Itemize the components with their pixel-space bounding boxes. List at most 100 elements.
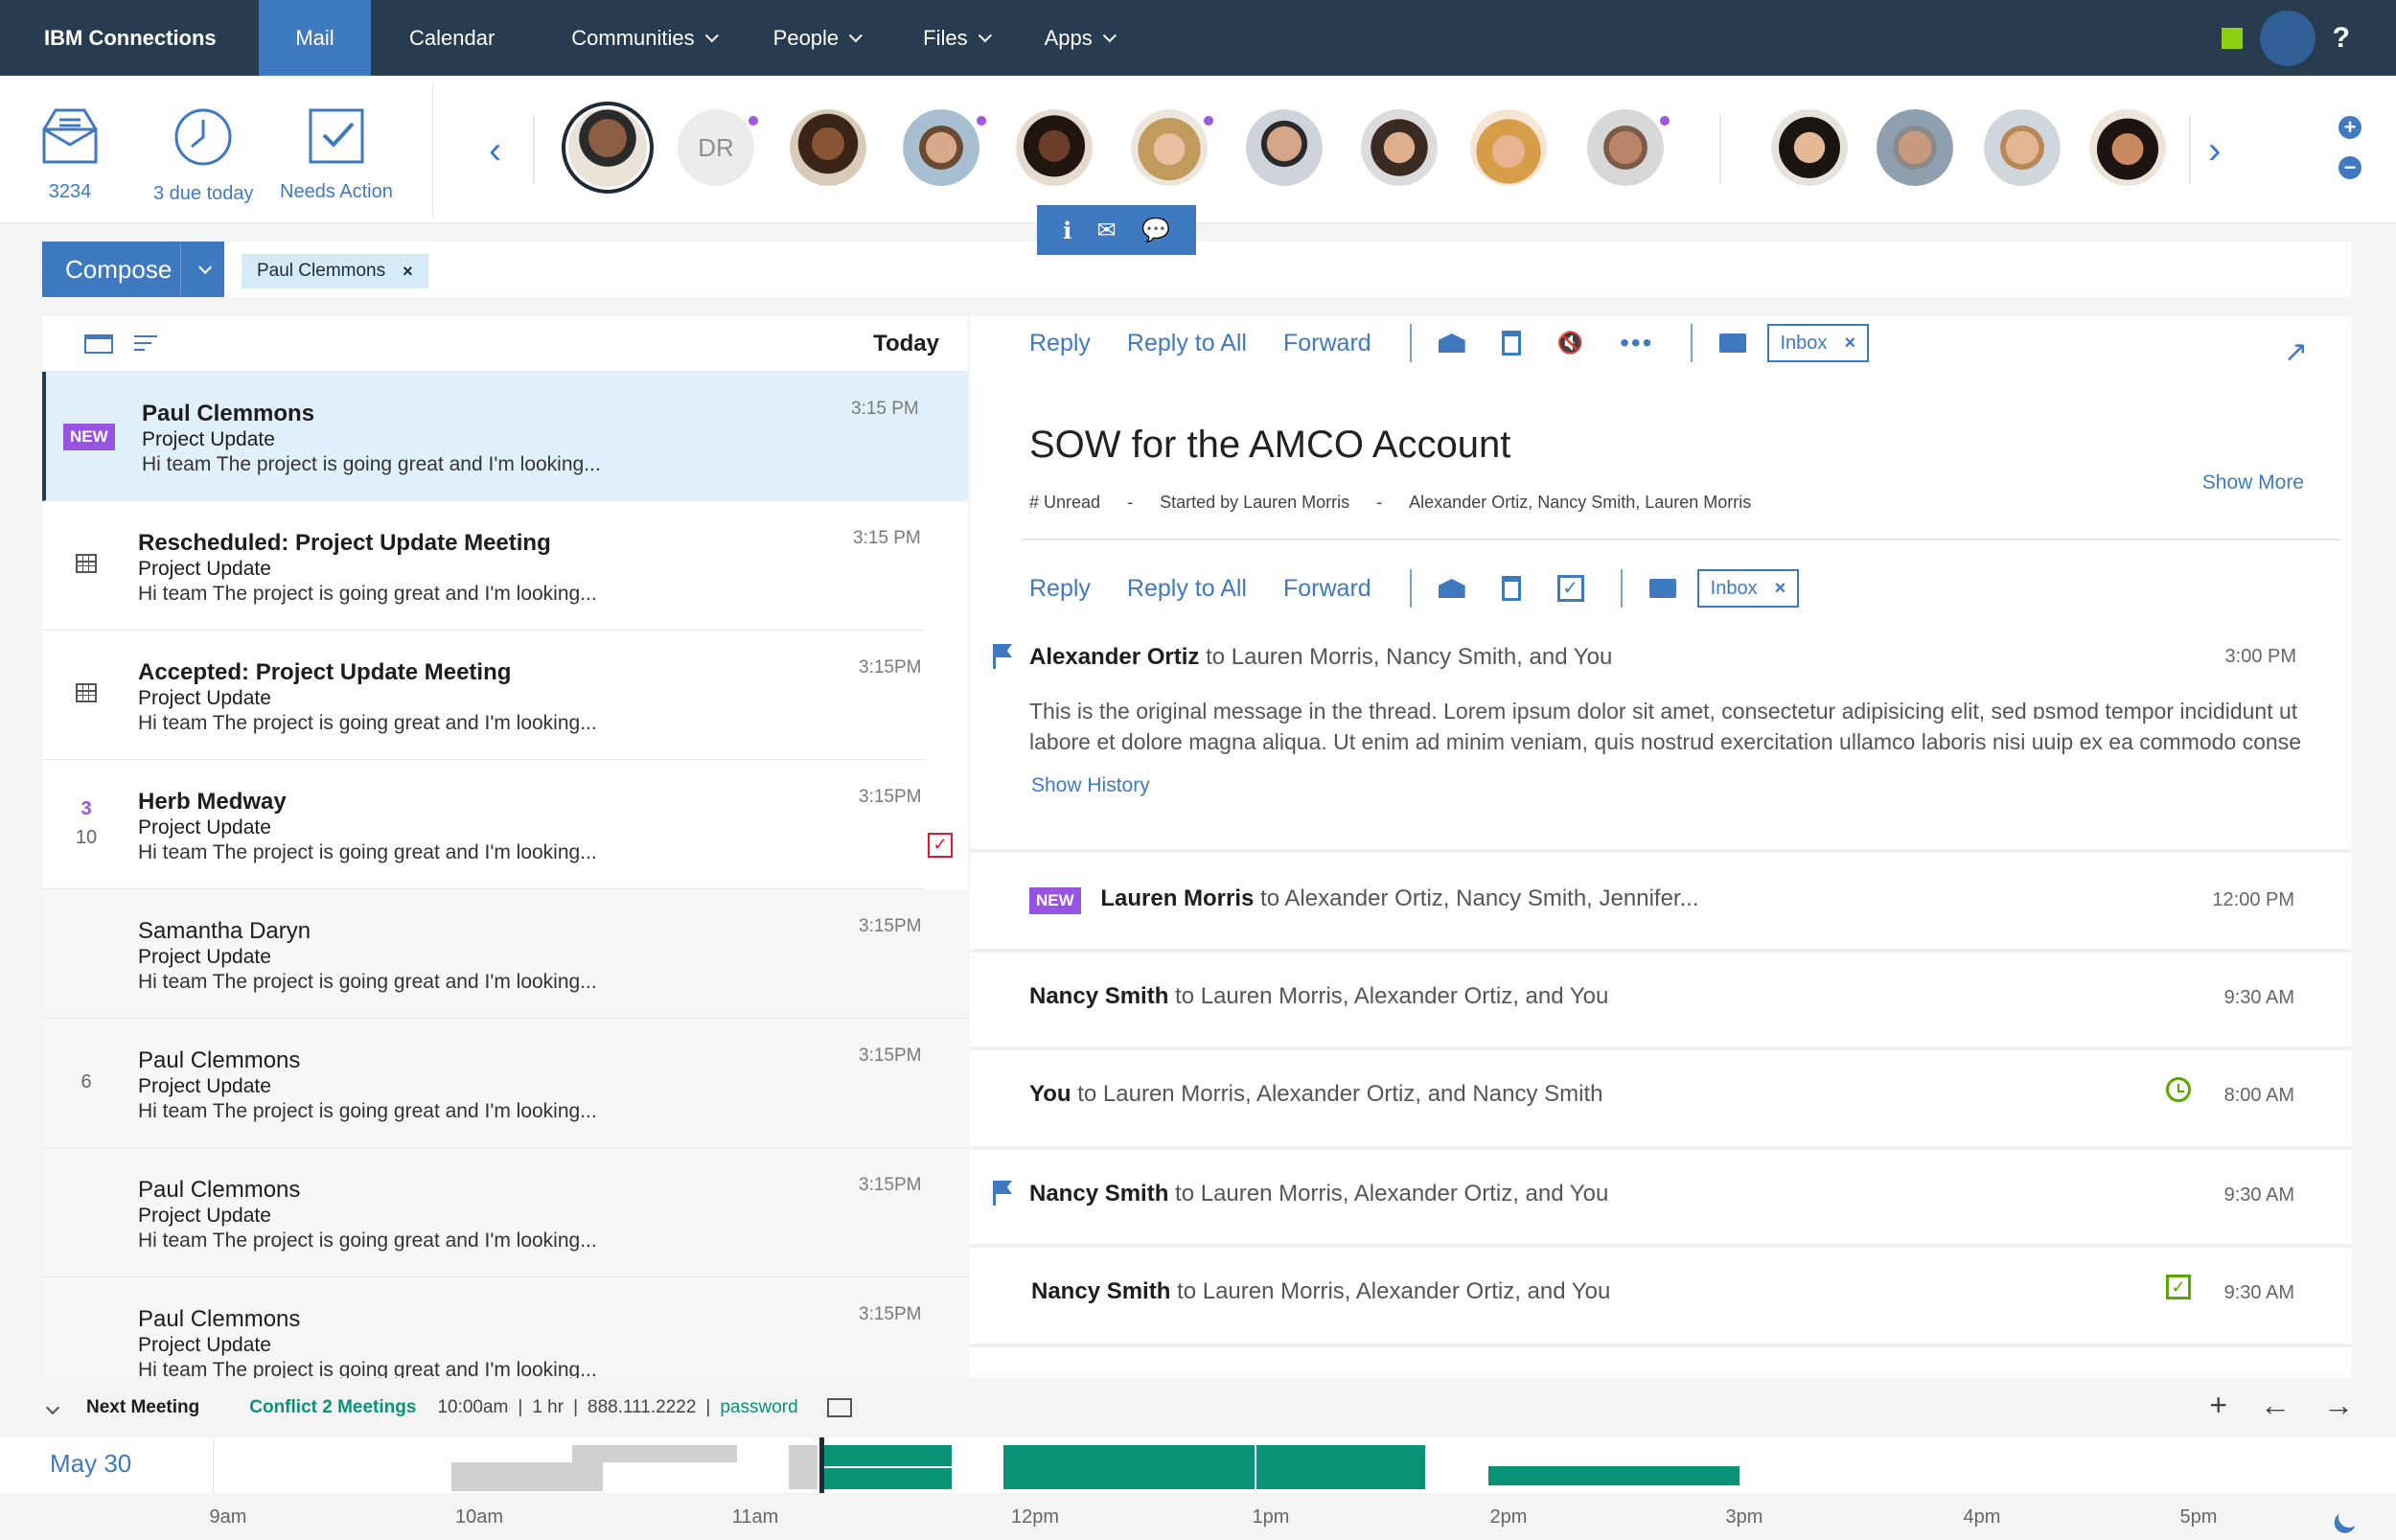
- arrow-right-icon[interactable]: →: [2323, 1388, 2354, 1423]
- message-header[interactable]: Nancy Smith to Lauren Morris, Alexander …: [1031, 1278, 1610, 1305]
- person-avatar[interactable]: [1984, 109, 2061, 186]
- person-avatar[interactable]: [1470, 109, 1547, 186]
- mail-row[interactable]: 6 Paul Clemmons Project Update Hi team T…: [42, 1019, 968, 1148]
- nav-mail[interactable]: Mail: [259, 0, 371, 76]
- nav-calendar[interactable]: Calendar: [371, 0, 539, 76]
- more-icon[interactable]: •••: [1620, 328, 1653, 358]
- person-avatar[interactable]: [1131, 109, 1208, 186]
- message-header[interactable]: Nancy Smith to Lauren Morris, Alexander …: [1029, 983, 1608, 1010]
- compose-dropdown-button[interactable]: [181, 260, 224, 274]
- people-prev-button[interactable]: ‹: [489, 131, 501, 170]
- mail-row[interactable]: Accepted: Project Update Meeting Project…: [42, 631, 926, 760]
- person-avatar[interactable]: [2089, 109, 2166, 186]
- meeting-block[interactable]: [1003, 1445, 1255, 1489]
- forward-button[interactable]: Forward: [1283, 330, 1371, 357]
- mute-icon[interactable]: 🔇: [1557, 331, 1583, 356]
- conflict-link[interactable]: Conflict 2 Meetings: [249, 1397, 416, 1418]
- trash-icon[interactable]: [1501, 576, 1521, 601]
- move-folder-icon[interactable]: [1648, 579, 1676, 598]
- people-next-button[interactable]: ›: [2208, 131, 2221, 170]
- mail-icon[interactable]: ✉: [1097, 217, 1117, 244]
- mail-row[interactable]: Paul Clemmons Project Update Hi team The…: [42, 1277, 968, 1378]
- nav-apps[interactable]: Apps: [1025, 0, 1131, 76]
- todo-check-icon[interactable]: ✓: [1556, 575, 1584, 602]
- mail-row[interactable]: NEW Paul Clemmons Project Update Hi team…: [42, 372, 968, 501]
- presence-dot: [1660, 116, 1670, 126]
- flag-icon[interactable]: [993, 644, 1014, 669]
- chevron-down-icon: [978, 28, 992, 42]
- user-avatar[interactable]: [2259, 10, 2315, 66]
- message-header[interactable]: Nancy Smith to Lauren Morris, Alexander …: [1029, 1181, 1608, 1207]
- busy-block[interactable]: [451, 1462, 603, 1491]
- meeting-block[interactable]: [1256, 1445, 1425, 1489]
- reminder-clock-icon[interactable]: [2166, 1077, 2191, 1102]
- close-icon[interactable]: ×: [1844, 333, 1855, 355]
- help-icon[interactable]: ?: [2333, 22, 2350, 55]
- trash-icon[interactable]: [1501, 331, 1521, 356]
- brand-logo[interactable]: IBM Connections: [0, 26, 259, 51]
- mail-row[interactable]: Rescheduled: Project Update Meeting Proj…: [42, 501, 926, 631]
- person-avatar[interactable]: [1587, 109, 1664, 186]
- popout-icon[interactable]: ↗: [2284, 335, 2308, 369]
- reply-button[interactable]: Reply: [1029, 330, 1091, 357]
- person-avatar[interactable]: [1246, 109, 1323, 186]
- person-avatar[interactable]: [790, 109, 866, 186]
- message-header[interactable]: NEW Lauren Morris to Alexander Ortiz, Na…: [1029, 885, 1699, 914]
- move-folder-icon[interactable]: [1718, 333, 1746, 353]
- needs-action-button[interactable]: Needs Action: [280, 106, 393, 203]
- todo-check-icon[interactable]: ✓: [928, 833, 953, 858]
- mail-row[interactable]: Paul Clemmons Project Update Hi team The…: [42, 1148, 968, 1277]
- inbox-count-button[interactable]: 3234: [40, 106, 100, 203]
- flag-icon[interactable]: [993, 1181, 1014, 1206]
- done-check-icon[interactable]: ✓: [2166, 1275, 2191, 1299]
- busy-block[interactable]: [789, 1445, 818, 1489]
- forward-button[interactable]: Forward: [1283, 575, 1371, 603]
- timeline-date: May 30: [50, 1449, 132, 1478]
- info-icon[interactable]: i: [1063, 217, 1071, 244]
- reply-all-button[interactable]: Reply to All: [1127, 330, 1247, 357]
- person-avatar[interactable]: [1361, 109, 1438, 186]
- add-icon[interactable]: +: [2209, 1388, 2227, 1423]
- close-icon[interactable]: ×: [403, 262, 413, 282]
- nav-communities[interactable]: Communities: [539, 0, 746, 76]
- mail-row[interactable]: Samantha Daryn Project Update Hi team Th…: [42, 889, 968, 1019]
- sort-icon[interactable]: [134, 334, 157, 353]
- chevron-down-icon[interactable]: [45, 1400, 60, 1415]
- person-avatar-initials[interactable]: DR: [678, 109, 754, 186]
- thread-count: 6: [81, 1071, 92, 1092]
- person-avatar[interactable]: [1016, 109, 1093, 186]
- meeting-controls: + ← →: [2209, 1388, 2354, 1423]
- meeting-block[interactable]: [1488, 1466, 1739, 1485]
- password-link[interactable]: password: [720, 1397, 797, 1418]
- nav-files[interactable]: Files: [885, 0, 1025, 76]
- meeting-block[interactable]: [823, 1445, 952, 1466]
- show-history-link[interactable]: Show History: [1031, 774, 1150, 797]
- screen-share-icon[interactable]: [826, 1398, 852, 1417]
- person-avatar-selected[interactable]: [562, 102, 654, 194]
- show-more-link[interactable]: Show More: [2202, 471, 2304, 494]
- reading-pane: Reply Reply to All Forward 🔇 ••• Inbox ×…: [970, 316, 2352, 1378]
- reply-button[interactable]: Reply: [1029, 575, 1091, 603]
- message-header[interactable]: You to Lauren Morris, Alexander Ortiz, a…: [1029, 1081, 1602, 1108]
- busy-block[interactable]: [572, 1445, 737, 1462]
- zoom-in-button[interactable]: +: [2338, 116, 2361, 139]
- folder-icon[interactable]: [84, 333, 113, 354]
- thread-title: SOW for the AMCO Account: [1029, 424, 1511, 466]
- zoom-out-button[interactable]: −: [2338, 156, 2361, 179]
- mark-read-icon[interactable]: [1438, 333, 1465, 353]
- compose-button[interactable]: Compose: [42, 241, 224, 297]
- person-avatar[interactable]: [1877, 109, 1953, 186]
- status-square-icon[interactable]: [2221, 27, 2243, 49]
- chat-icon[interactable]: 💬: [1141, 217, 1170, 244]
- close-icon[interactable]: ×: [1775, 578, 1786, 600]
- message-header[interactable]: Alexander Ortiz to Lauren Morris, Nancy …: [1029, 644, 1612, 671]
- mark-read-icon[interactable]: [1438, 579, 1465, 598]
- meeting-block[interactable]: [823, 1468, 952, 1489]
- mail-row[interactable]: 3 10 Herb Medway Project Update Hi team …: [42, 760, 953, 889]
- nav-people[interactable]: People: [747, 0, 886, 76]
- reply-all-button[interactable]: Reply to All: [1127, 575, 1247, 603]
- person-avatar[interactable]: [903, 109, 979, 186]
- due-today-button[interactable]: 3 due today: [153, 106, 254, 205]
- arrow-left-icon[interactable]: ←: [2260, 1388, 2291, 1423]
- person-avatar[interactable]: [1771, 109, 1848, 186]
